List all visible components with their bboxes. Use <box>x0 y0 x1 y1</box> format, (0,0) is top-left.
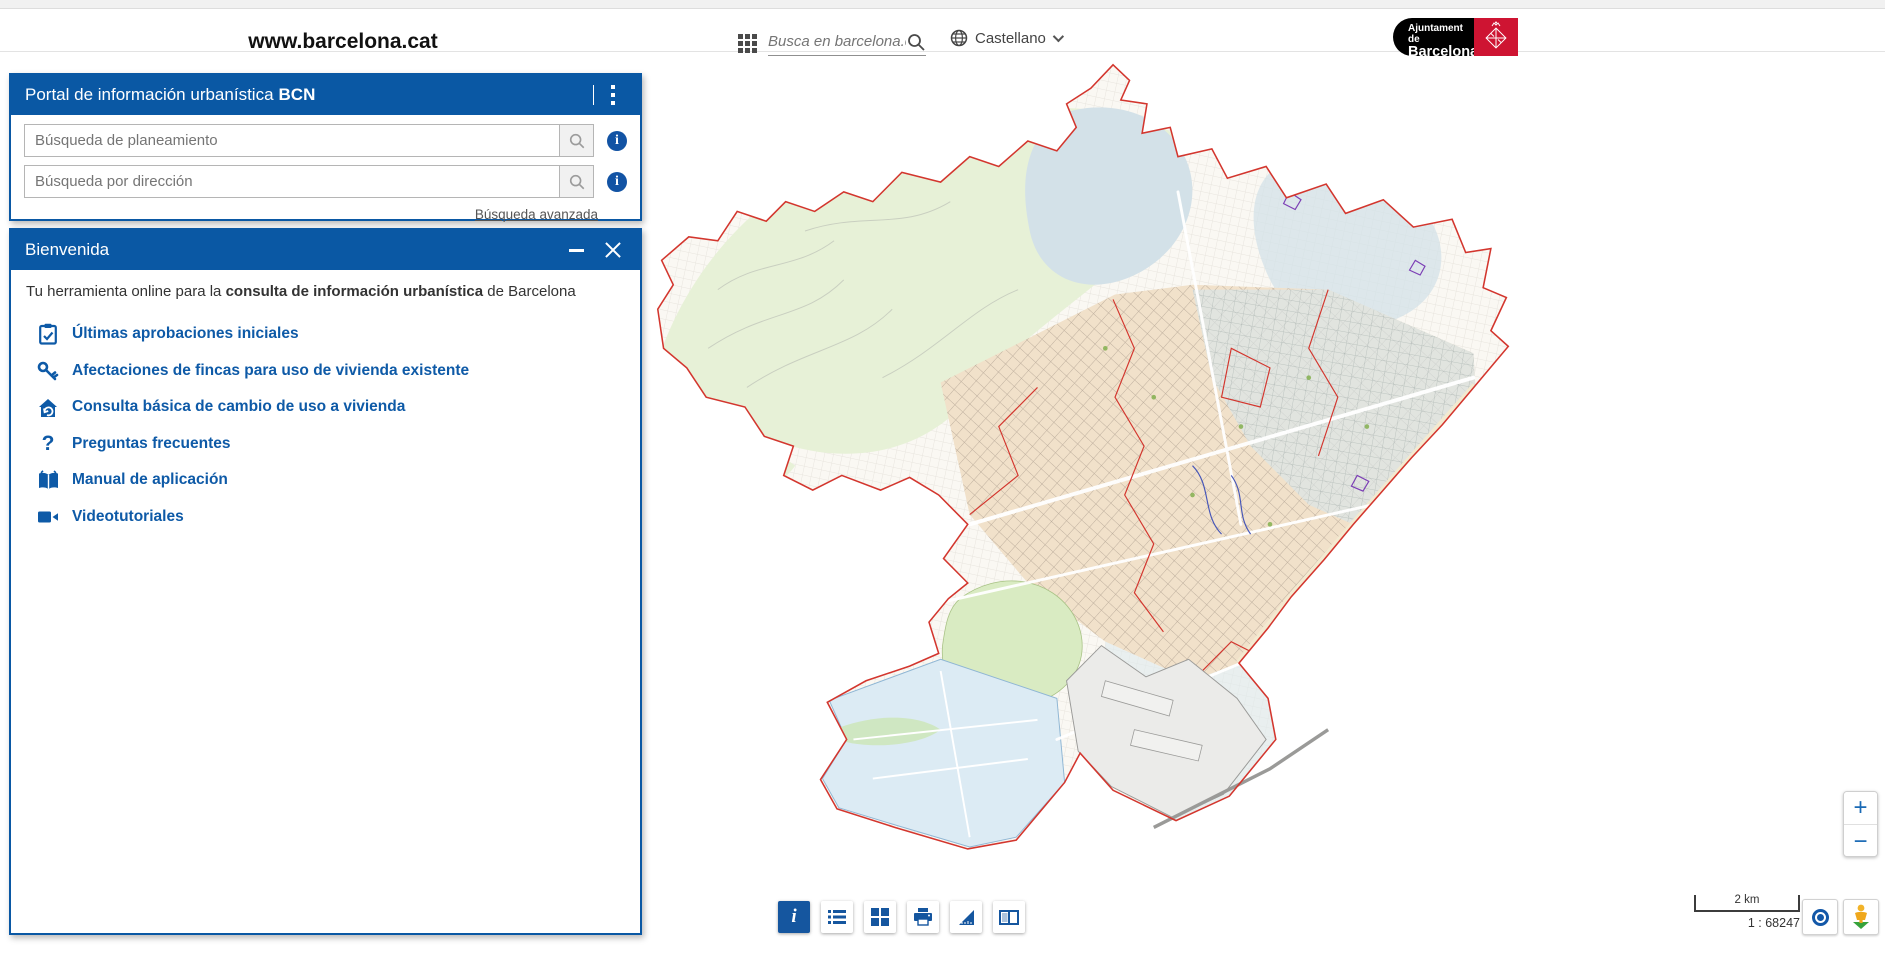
city-area <box>650 55 1580 935</box>
welcome-panel-body: Tu herramienta online para la consulta d… <box>11 270 640 548</box>
measure-button[interactable] <box>950 901 982 933</box>
zoom-in-button[interactable]: + <box>1844 792 1877 825</box>
results-list-icon <box>828 909 846 925</box>
link-ultimas-aprobaciones[interactable]: Últimas aprobaciones iniciales <box>26 316 625 353</box>
info-icon: i <box>791 906 796 928</box>
welcome-intro: Tu herramienta online para la consulta d… <box>26 283 625 300</box>
address-search-row: i <box>24 165 627 198</box>
advanced-search-link[interactable]: Búsqueda avanzada <box>475 207 598 222</box>
map-canvas[interactable] <box>650 55 1580 935</box>
zoom-control: + − <box>1843 791 1878 857</box>
header-divider <box>593 85 594 105</box>
swipe-button[interactable] <box>993 901 1025 933</box>
minimize-icon[interactable] <box>569 249 584 252</box>
planning-info-icon[interactable]: i <box>607 131 627 151</box>
planning-search-input[interactable] <box>25 125 559 156</box>
port-area <box>1067 646 1329 828</box>
ajuntament-logo[interactable]: Ajuntament de Barcelona <box>1393 18 1518 56</box>
basemap-grid-button[interactable] <box>864 901 896 933</box>
pegman-icon <box>1850 904 1872 930</box>
welcome-links: Últimas aprobaciones iniciales Afectacio… <box>26 316 625 535</box>
search-icon[interactable] <box>906 32 926 52</box>
print-button[interactable] <box>907 901 939 933</box>
scale-widget: 2 km 1 : 68247 <box>1694 895 1800 930</box>
link-manual-aplicacion[interactable]: Manual de aplicación <box>26 462 625 499</box>
barcelona-crest-icon <box>1481 20 1511 54</box>
link-label: Preguntas frecuentes <box>72 435 231 453</box>
address-search-group <box>24 165 594 198</box>
portal-panel-header: Portal de información urbanística BCN <box>11 75 640 115</box>
welcome-panel: Bienvenida Tu herramienta online para la… <box>9 228 642 935</box>
link-preguntas-frecuentes[interactable]: ? Preguntas frecuentes <box>26 426 625 463</box>
browser-top-strip <box>0 0 1885 9</box>
planning-search-row: i <box>24 124 627 157</box>
site-title: www.barcelona.cat <box>248 30 437 54</box>
key-icon <box>35 361 61 381</box>
portal-search-panel: Portal de información urbanística BCN i <box>9 73 642 221</box>
link-consulta-cambio-uso[interactable]: Consulta básica de cambio de uso a vivie… <box>26 389 625 426</box>
house-change-icon <box>35 397 61 418</box>
logo-crest <box>1474 18 1518 56</box>
planning-search-button[interactable] <box>559 125 593 156</box>
panel-menu-dots-icon[interactable] <box>604 83 622 107</box>
chevron-down-icon <box>1053 31 1064 42</box>
welcome-panel-header: Bienvenida <box>11 230 640 270</box>
globe-icon <box>950 29 968 47</box>
locate-target-icon <box>1812 909 1829 926</box>
map-toolbar: i <box>778 901 1025 933</box>
portal-panel-title: Portal de información urbanística <box>25 85 274 105</box>
basemap-grid-icon <box>871 908 889 926</box>
print-icon <box>914 908 932 926</box>
address-info-icon[interactable]: i <box>607 172 627 192</box>
link-label: Consulta básica de cambio de uso a vivie… <box>72 398 405 416</box>
language-label: Castellano <box>975 30 1046 47</box>
swipe-icon <box>999 910 1019 925</box>
book-icon <box>35 470 61 491</box>
welcome-panel-title: Bienvenida <box>25 240 109 260</box>
link-label: Últimas aprobaciones iniciales <box>72 325 299 343</box>
info-button[interactable]: i <box>778 901 810 933</box>
zoom-out-button[interactable]: − <box>1844 825 1877 857</box>
site-search <box>768 28 926 56</box>
apps-grid-icon[interactable] <box>738 34 757 53</box>
logo-wordmark: Ajuntament de Barcelona <box>1393 18 1474 56</box>
streetview-pegman-button[interactable] <box>1843 899 1879 935</box>
video-icon <box>35 509 61 525</box>
link-label: Afectaciones de fincas para uso de vivie… <box>72 362 469 380</box>
scale-ratio: 1 : 68247 <box>1694 916 1800 930</box>
search-icon <box>568 173 586 191</box>
planning-search-group <box>24 124 594 157</box>
question-icon: ? <box>35 434 61 454</box>
portal-panel-body: i i Búsqueda avanzada <box>11 115 640 224</box>
site-header: www.barcelona.cat Castellano Ajuntament … <box>0 10 1885 52</box>
close-icon[interactable] <box>602 239 624 261</box>
link-videotutoriales[interactable]: Videotutoriales <box>26 499 625 536</box>
link-label: Manual de aplicación <box>72 471 228 489</box>
link-afectaciones-fincas[interactable]: Afectaciones de fincas para uso de vivie… <box>26 353 625 390</box>
app-root: { "header": { "site_title": "www.barcelo… <box>0 0 1885 967</box>
address-search-button[interactable] <box>559 166 593 197</box>
portal-panel-title-bold: BCN <box>279 85 316 105</box>
clipboard-check-icon <box>35 323 61 345</box>
advanced-search-row: Búsqueda avanzada <box>24 206 627 224</box>
measure-icon <box>957 908 976 927</box>
search-icon <box>568 132 586 150</box>
locate-button[interactable] <box>1802 899 1838 935</box>
scale-bar: 2 km <box>1694 895 1800 912</box>
results-list-button[interactable] <box>821 901 853 933</box>
site-search-input[interactable] <box>768 33 906 50</box>
address-search-input[interactable] <box>25 166 559 197</box>
link-label: Videotutoriales <box>72 508 184 526</box>
language-selector[interactable]: Castellano <box>950 26 1061 50</box>
scale-bar-label: 2 km <box>1696 894 1798 906</box>
